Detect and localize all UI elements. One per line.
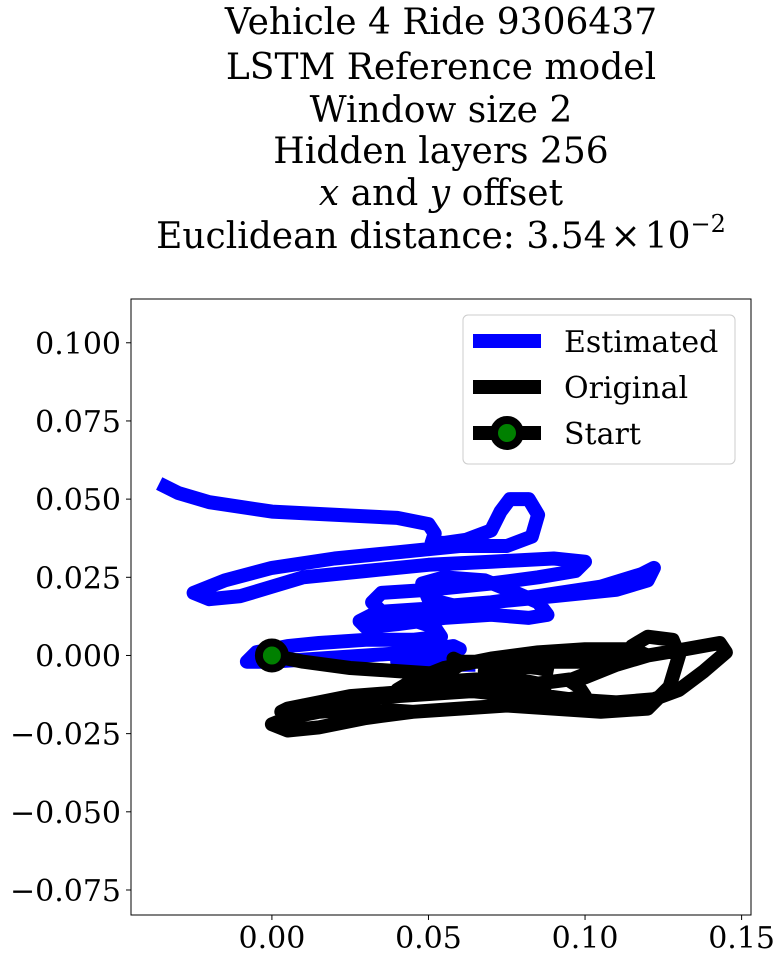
title-line-1: Vehicle 4 Ride 9306437 [224, 2, 657, 43]
chart-title: Vehicle 4 Ride 9306437 LSTM Reference mo… [156, 2, 726, 257]
start-marker [254, 638, 289, 673]
legend-label-start: Start [564, 417, 641, 452]
y-tick-label: 0.025 [35, 561, 121, 596]
x-tick-label: 0.05 [395, 921, 462, 956]
series-estimated-line [156, 477, 661, 672]
title-offset-and: and [339, 173, 430, 214]
title-distance-times: × [611, 216, 641, 257]
chart: Vehicle 4 Ride 9306437 LSTM Reference mo… [10, 2, 775, 956]
legend-label-estimated: Estimated [564, 325, 718, 360]
y-tick-label: −0.075 [10, 874, 121, 909]
legend: Estimated Original Start [462, 314, 736, 465]
x-tick-label: 0.15 [708, 921, 775, 956]
y-tick-label: −0.050 [10, 796, 121, 831]
title-line-3: Window size 2 [310, 90, 573, 131]
title-line-2: LSTM Reference model [226, 47, 656, 88]
title-line-6: Euclidean distance: 3.54 × 10−2 [156, 210, 726, 257]
title-distance-prefix: Euclidean distance: [156, 216, 526, 257]
data-layer [156, 477, 733, 738]
title-offset-y: y [428, 173, 451, 214]
legend-handle-start-marker [490, 416, 524, 450]
y-tick-label: 0.100 [35, 327, 121, 362]
x-tick-label: 0.00 [239, 921, 306, 956]
y-tick-label: 0.050 [35, 483, 121, 518]
title-distance-base: 10 [645, 216, 691, 257]
y-tick-label: −0.025 [10, 718, 121, 753]
title-line-4: Hidden layers 256 [273, 131, 608, 172]
x-tick-label: 0.10 [552, 921, 619, 956]
y-tick-label: 0.075 [35, 405, 121, 440]
title-offset-x: x [319, 173, 339, 214]
title-offset-suffix: offset [450, 173, 563, 214]
y-tick-label: 0.000 [35, 639, 121, 674]
title-line-5: x and y offset [319, 173, 564, 214]
title-distance-mantissa: 3.54 [526, 216, 606, 257]
legend-label-original: Original [564, 371, 688, 406]
title-distance-exponent: −2 [691, 210, 726, 238]
